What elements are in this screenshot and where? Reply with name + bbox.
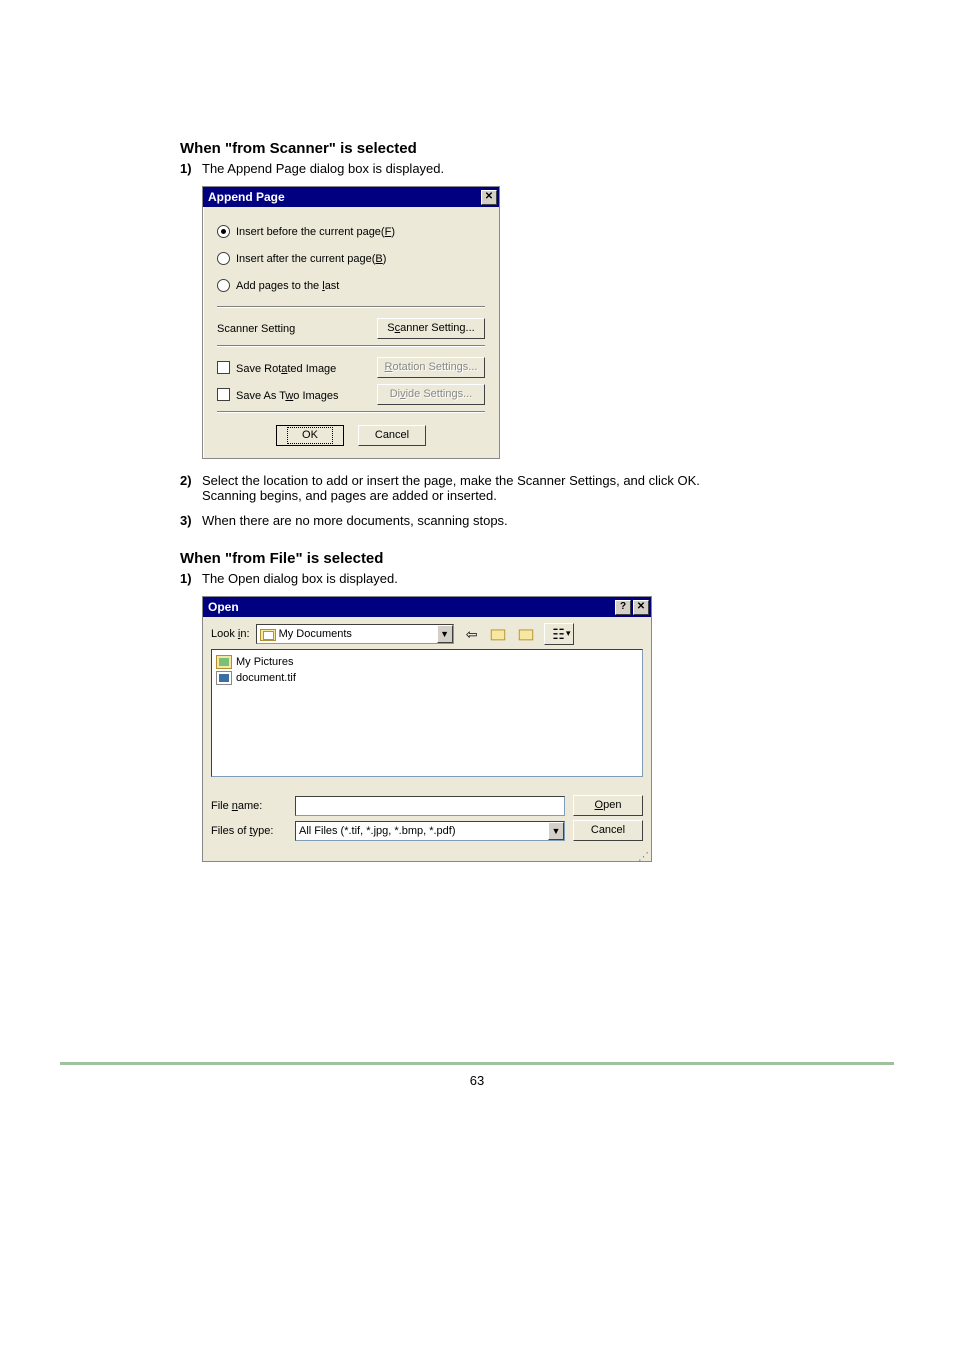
section1-step1: 1)The Append Page dialog box is displaye… bbox=[180, 161, 774, 176]
folder-icon bbox=[260, 627, 276, 641]
lookin-combo[interactable]: My Documents ▼ bbox=[256, 624, 454, 644]
open-button[interactable]: Open bbox=[573, 795, 643, 816]
separator bbox=[217, 345, 485, 347]
list-item[interactable]: My Pictures bbox=[216, 654, 638, 670]
step-subtext: Scanning begins, and pages are added or … bbox=[202, 488, 774, 503]
radio-icon bbox=[217, 225, 230, 238]
filetype-value: All Files (*.tif, *.jpg, *.bmp, *.pdf) bbox=[299, 825, 548, 837]
lookin-value: My Documents bbox=[279, 628, 437, 640]
page-footer: 63 bbox=[60, 1062, 894, 1088]
step-text: When there are no more documents, scanni… bbox=[202, 513, 508, 528]
step-text: The Append Page dialog box is displayed. bbox=[202, 161, 444, 176]
file-list[interactable]: My Pictures document.tif bbox=[211, 649, 643, 777]
divide-settings-button: Divide Settings... bbox=[377, 384, 485, 405]
save-two-label: Save As Two Images bbox=[236, 390, 339, 402]
lookin-label: Look in: bbox=[211, 628, 250, 640]
step-number: 3) bbox=[180, 513, 202, 528]
open-dialog: Open ? ✕ Look in: My Documents ▼ ⇦ ☷ bbox=[202, 596, 652, 862]
step-number: 2) bbox=[180, 473, 202, 488]
close-icon[interactable]: ✕ bbox=[481, 190, 497, 205]
scanner-setting-row: Scanner Setting Scanner Setting... bbox=[217, 318, 485, 339]
radio-label: Insert after the current page(B) bbox=[236, 253, 386, 265]
close-icon[interactable]: ✕ bbox=[633, 600, 649, 615]
step-text: The Open dialog box is displayed. bbox=[202, 571, 398, 586]
up-one-level-icon[interactable] bbox=[488, 623, 512, 645]
section2-step1: 1)The Open dialog box is displayed. bbox=[180, 571, 774, 586]
section1-step3: 3)When there are no more documents, scan… bbox=[180, 513, 774, 528]
open-titlebar: Open ? ✕ bbox=[203, 597, 651, 617]
chevron-down-icon[interactable]: ▼ bbox=[548, 822, 564, 840]
step-number: 1) bbox=[180, 571, 202, 586]
save-rotated-checkbox[interactable] bbox=[217, 361, 230, 374]
append-title: Append Page bbox=[208, 187, 285, 207]
append-titlebar: Append Page ✕ bbox=[203, 187, 499, 207]
cancel-button[interactable]: Cancel bbox=[358, 425, 426, 446]
page-number: 63 bbox=[470, 1073, 484, 1088]
section1-heading: When "from Scanner" is selected bbox=[180, 140, 774, 157]
radio-label: Add pages to the last bbox=[236, 280, 339, 292]
section2-heading: When "from File" is selected bbox=[180, 550, 774, 567]
chevron-down-icon[interactable]: ▼ bbox=[437, 625, 453, 643]
filename-input[interactable] bbox=[295, 796, 565, 816]
radio-insert-before[interactable]: Insert before the current page(F) bbox=[217, 225, 485, 238]
filetype-combo[interactable]: All Files (*.tif, *.jpg, *.bmp, *.pdf) ▼ bbox=[295, 821, 565, 841]
pictures-folder-icon bbox=[216, 655, 232, 669]
radio-insert-after[interactable]: Insert after the current page(B) bbox=[217, 252, 485, 265]
separator bbox=[217, 411, 485, 413]
new-folder-icon[interactable] bbox=[516, 623, 540, 645]
open-title: Open bbox=[208, 597, 239, 617]
save-rotated-label: Save Rotated Image bbox=[236, 363, 336, 375]
view-menu-icon[interactable]: ☷ bbox=[544, 623, 574, 645]
save-rotated-row: Save Rotated Image Rotation Settings... bbox=[217, 357, 485, 378]
back-icon[interactable]: ⇦ bbox=[460, 623, 484, 645]
cancel-button[interactable]: Cancel bbox=[573, 820, 643, 841]
help-icon[interactable]: ? bbox=[615, 600, 631, 615]
scanner-setting-label: Scanner Setting bbox=[217, 323, 295, 335]
filename-label: File name: bbox=[211, 800, 287, 812]
radio-icon bbox=[217, 279, 230, 292]
rotation-settings-button: Rotation Settings... bbox=[377, 357, 485, 378]
file-item-label: document.tif bbox=[236, 672, 296, 684]
save-two-row: Save As Two Images Divide Settings... bbox=[217, 384, 485, 405]
step-text: Select the location to add or insert the… bbox=[202, 473, 700, 488]
step-number: 1) bbox=[180, 161, 202, 176]
scanner-setting-button[interactable]: Scanner Setting... bbox=[377, 318, 485, 339]
ok-button[interactable]: OK bbox=[276, 425, 344, 446]
filetype-label: Files of type: bbox=[211, 825, 287, 837]
radio-icon bbox=[217, 252, 230, 265]
tif-file-icon bbox=[216, 671, 232, 685]
append-page-dialog: Append Page ✕ Insert before the current … bbox=[202, 186, 500, 459]
save-two-checkbox[interactable] bbox=[217, 388, 230, 401]
file-item-label: My Pictures bbox=[236, 656, 293, 668]
separator bbox=[217, 306, 485, 308]
list-item[interactable]: document.tif bbox=[216, 670, 638, 686]
radio-add-last[interactable]: Add pages to the last bbox=[217, 279, 485, 292]
radio-label: Insert before the current page(F) bbox=[236, 226, 395, 238]
resize-grip-icon[interactable]: ⋰ bbox=[203, 853, 651, 861]
section1-step2: 2)Select the location to add or insert t… bbox=[180, 473, 774, 503]
